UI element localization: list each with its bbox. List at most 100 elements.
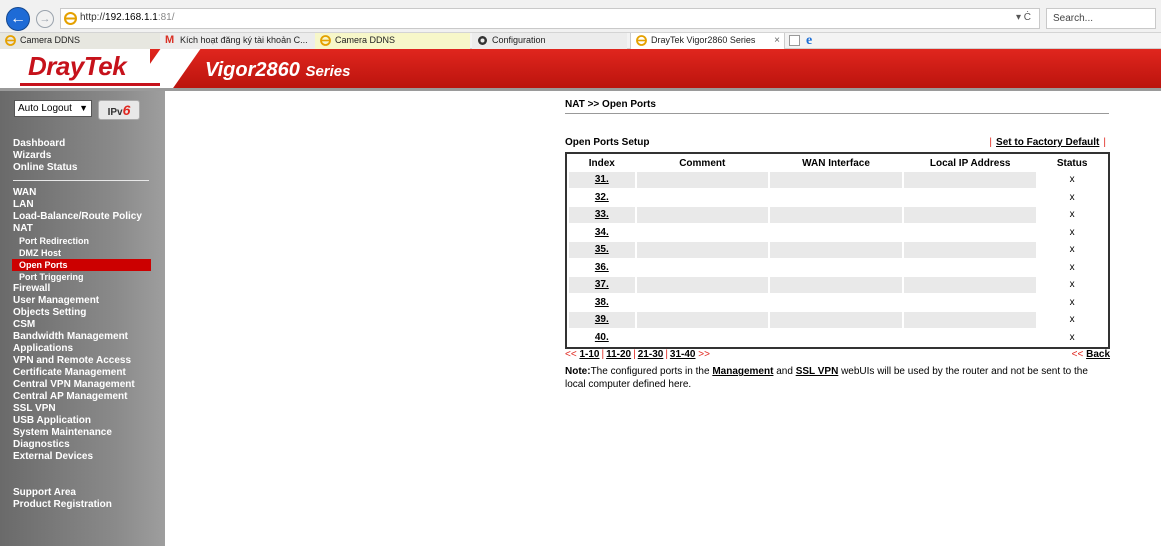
- row-index-link[interactable]: 39.: [569, 312, 635, 328]
- sidebar-item-system-maintenance[interactable]: System Maintenance: [13, 427, 151, 439]
- browser-search-field[interactable]: Search...: [1046, 8, 1156, 29]
- sidebar-item-wan[interactable]: WAN: [13, 187, 151, 199]
- row-index-link[interactable]: 32.: [569, 190, 635, 206]
- sidebar-item-support-area[interactable]: Support Area: [13, 487, 112, 499]
- tab-label: Camera DDNS: [335, 35, 396, 45]
- row-local-ip: [904, 207, 1037, 223]
- row-local-ip: [904, 242, 1037, 258]
- close-icon[interactable]: ×: [774, 33, 780, 48]
- row-local-ip: [904, 312, 1037, 328]
- sidebar-item-wizards[interactable]: Wizards: [13, 150, 77, 162]
- gmail-icon: M: [165, 34, 175, 46]
- menu-group-2: WAN LAN Load-Balance/Route Policy NAT Po…: [12, 187, 151, 463]
- management-link[interactable]: Management: [712, 366, 773, 377]
- sidebar-item-user-management[interactable]: User Management: [13, 295, 151, 307]
- row-wan-interface: [770, 295, 902, 311]
- sidebar-item-lan[interactable]: LAN: [13, 199, 151, 211]
- row-local-ip: [904, 330, 1036, 346]
- sidebar-item-dashboard[interactable]: Dashboard: [13, 138, 77, 150]
- column-header-index: Index: [588, 157, 615, 169]
- pagination: << 1-10 | 11-20 | 21-30 | 31-40 >>: [565, 349, 710, 360]
- column-header-comment: Comment: [679, 157, 726, 169]
- ipv6-button[interactable]: IPv6: [98, 100, 140, 120]
- url-text: http://192.168.1.1:81/: [80, 12, 175, 23]
- table-row: 40. x: [569, 330, 1106, 346]
- row-index-link[interactable]: 40.: [569, 330, 635, 346]
- browser-back-button[interactable]: ←: [6, 7, 30, 31]
- table-row: 32. x: [569, 190, 1106, 206]
- tab-camera-ddns-1[interactable]: Camera DDNS: [0, 33, 160, 49]
- sidebar-subitem-port-redirection[interactable]: Port Redirection: [13, 235, 151, 247]
- row-comment: [636, 207, 768, 223]
- sidebar-item-central-vpn-management[interactable]: Central VPN Management: [13, 379, 151, 391]
- row-comment: [636, 172, 768, 188]
- sidebar-item-online-status[interactable]: Online Status: [13, 162, 77, 174]
- sidebar-item-applications[interactable]: Applications: [13, 343, 151, 355]
- sidebar-item-diagnostics[interactable]: Diagnostics: [13, 439, 151, 451]
- auto-logout-select[interactable]: Auto Logout ▼: [14, 100, 92, 117]
- row-index-link[interactable]: 36.: [569, 260, 635, 276]
- sidebar-item-central-ap-management[interactable]: Central AP Management: [13, 391, 151, 403]
- sidebar-item-csm[interactable]: CSM: [13, 319, 151, 331]
- pager-prev-link[interactable]: <<: [565, 349, 577, 360]
- row-index-link[interactable]: 37.: [569, 277, 635, 293]
- row-comment: [636, 242, 768, 258]
- browser-address-bar: ← → http://192.168.1.1:81/ ▾ Ċ Search...: [0, 0, 1161, 33]
- row-comment: [636, 312, 768, 328]
- sidebar-item-ssl-vpn[interactable]: SSL VPN: [13, 403, 151, 415]
- pager-next-link[interactable]: >>: [698, 349, 710, 360]
- table-row: 34. x: [569, 225, 1106, 241]
- row-index-link[interactable]: 34.: [569, 225, 635, 241]
- ie-page-icon: [5, 35, 16, 46]
- sidebar-subitem-open-ports[interactable]: Open Ports: [12, 259, 151, 271]
- row-index-link[interactable]: 33.: [569, 207, 635, 223]
- tab-camera-ddns-2[interactable]: Camera DDNS: [315, 33, 470, 49]
- row-status: x: [1038, 277, 1106, 293]
- sidebar-item-usb-application[interactable]: USB Application: [13, 415, 151, 427]
- chevron-down-icon: ▼: [79, 103, 88, 113]
- row-status: x: [1038, 207, 1106, 223]
- page-link-1-10[interactable]: 1-10: [579, 349, 599, 360]
- back-link[interactable]: Back: [1086, 349, 1110, 360]
- row-status: x: [1069, 331, 1075, 343]
- row-status: x: [1069, 191, 1075, 203]
- sidebar-item-objects-setting[interactable]: Objects Setting: [13, 307, 151, 319]
- row-index-link[interactable]: 35.: [569, 242, 635, 258]
- row-comment: [637, 190, 768, 206]
- row-index-link[interactable]: 38.: [569, 295, 635, 311]
- sidebar-item-product-registration[interactable]: Product Registration: [13, 499, 112, 511]
- ie-page-icon: [64, 12, 77, 25]
- sidebar-subitem-port-triggering[interactable]: Port Triggering: [13, 271, 151, 283]
- tab-configuration[interactable]: Configuration: [472, 33, 627, 49]
- row-index-link[interactable]: 31.: [569, 172, 635, 188]
- refresh-icon[interactable]: ▾ Ċ: [1016, 12, 1031, 23]
- back-area: << Back: [1072, 349, 1110, 360]
- sidebar-subitem-dmz-host[interactable]: DMZ Host: [13, 247, 151, 259]
- sidebar-item-vpn-remote-access[interactable]: VPN and Remote Access: [13, 355, 151, 367]
- row-wan-interface: [769, 277, 903, 293]
- tab-draytek[interactable]: DrayTek Vigor2860 Series ×: [630, 33, 785, 49]
- sidebar-item-bandwidth-management[interactable]: Bandwidth Management: [13, 331, 151, 343]
- row-wan-interface: [769, 242, 903, 258]
- set-factory-default-link[interactable]: Set to Factory Default: [996, 137, 1099, 148]
- column-header-wan-interface: WAN Interface: [802, 157, 870, 169]
- table-row: 31. x: [569, 172, 1106, 188]
- tab-label: Configuration: [492, 35, 546, 45]
- sidebar-item-load-balance[interactable]: Load-Balance/Route Policy: [13, 211, 151, 223]
- browser-forward-button[interactable]: →: [36, 10, 54, 28]
- row-comment: [636, 277, 768, 293]
- ssl-vpn-link[interactable]: SSL VPN: [796, 366, 839, 377]
- sidebar-item-external-devices[interactable]: External Devices: [13, 451, 151, 463]
- url-field[interactable]: http://192.168.1.1:81/ ▾ Ċ: [60, 8, 1040, 29]
- page-link-31-40[interactable]: 31-40: [670, 349, 696, 360]
- sidebar-item-firewall[interactable]: Firewall: [13, 283, 151, 295]
- page-link-11-20[interactable]: 11-20: [606, 349, 631, 360]
- sidebar-item-nat[interactable]: NAT: [13, 223, 151, 235]
- row-comment: [637, 225, 768, 241]
- tab-gmail[interactable]: M Kích hoạt đăng ký tài khoản C...: [160, 33, 315, 49]
- row-status: x: [1069, 261, 1075, 273]
- table-row: 33. x: [569, 207, 1106, 223]
- page-link-21-30[interactable]: 21-30: [638, 349, 664, 360]
- sidebar-item-certificate-management[interactable]: Certificate Management: [13, 367, 151, 379]
- new-tab-button[interactable]: [789, 35, 800, 46]
